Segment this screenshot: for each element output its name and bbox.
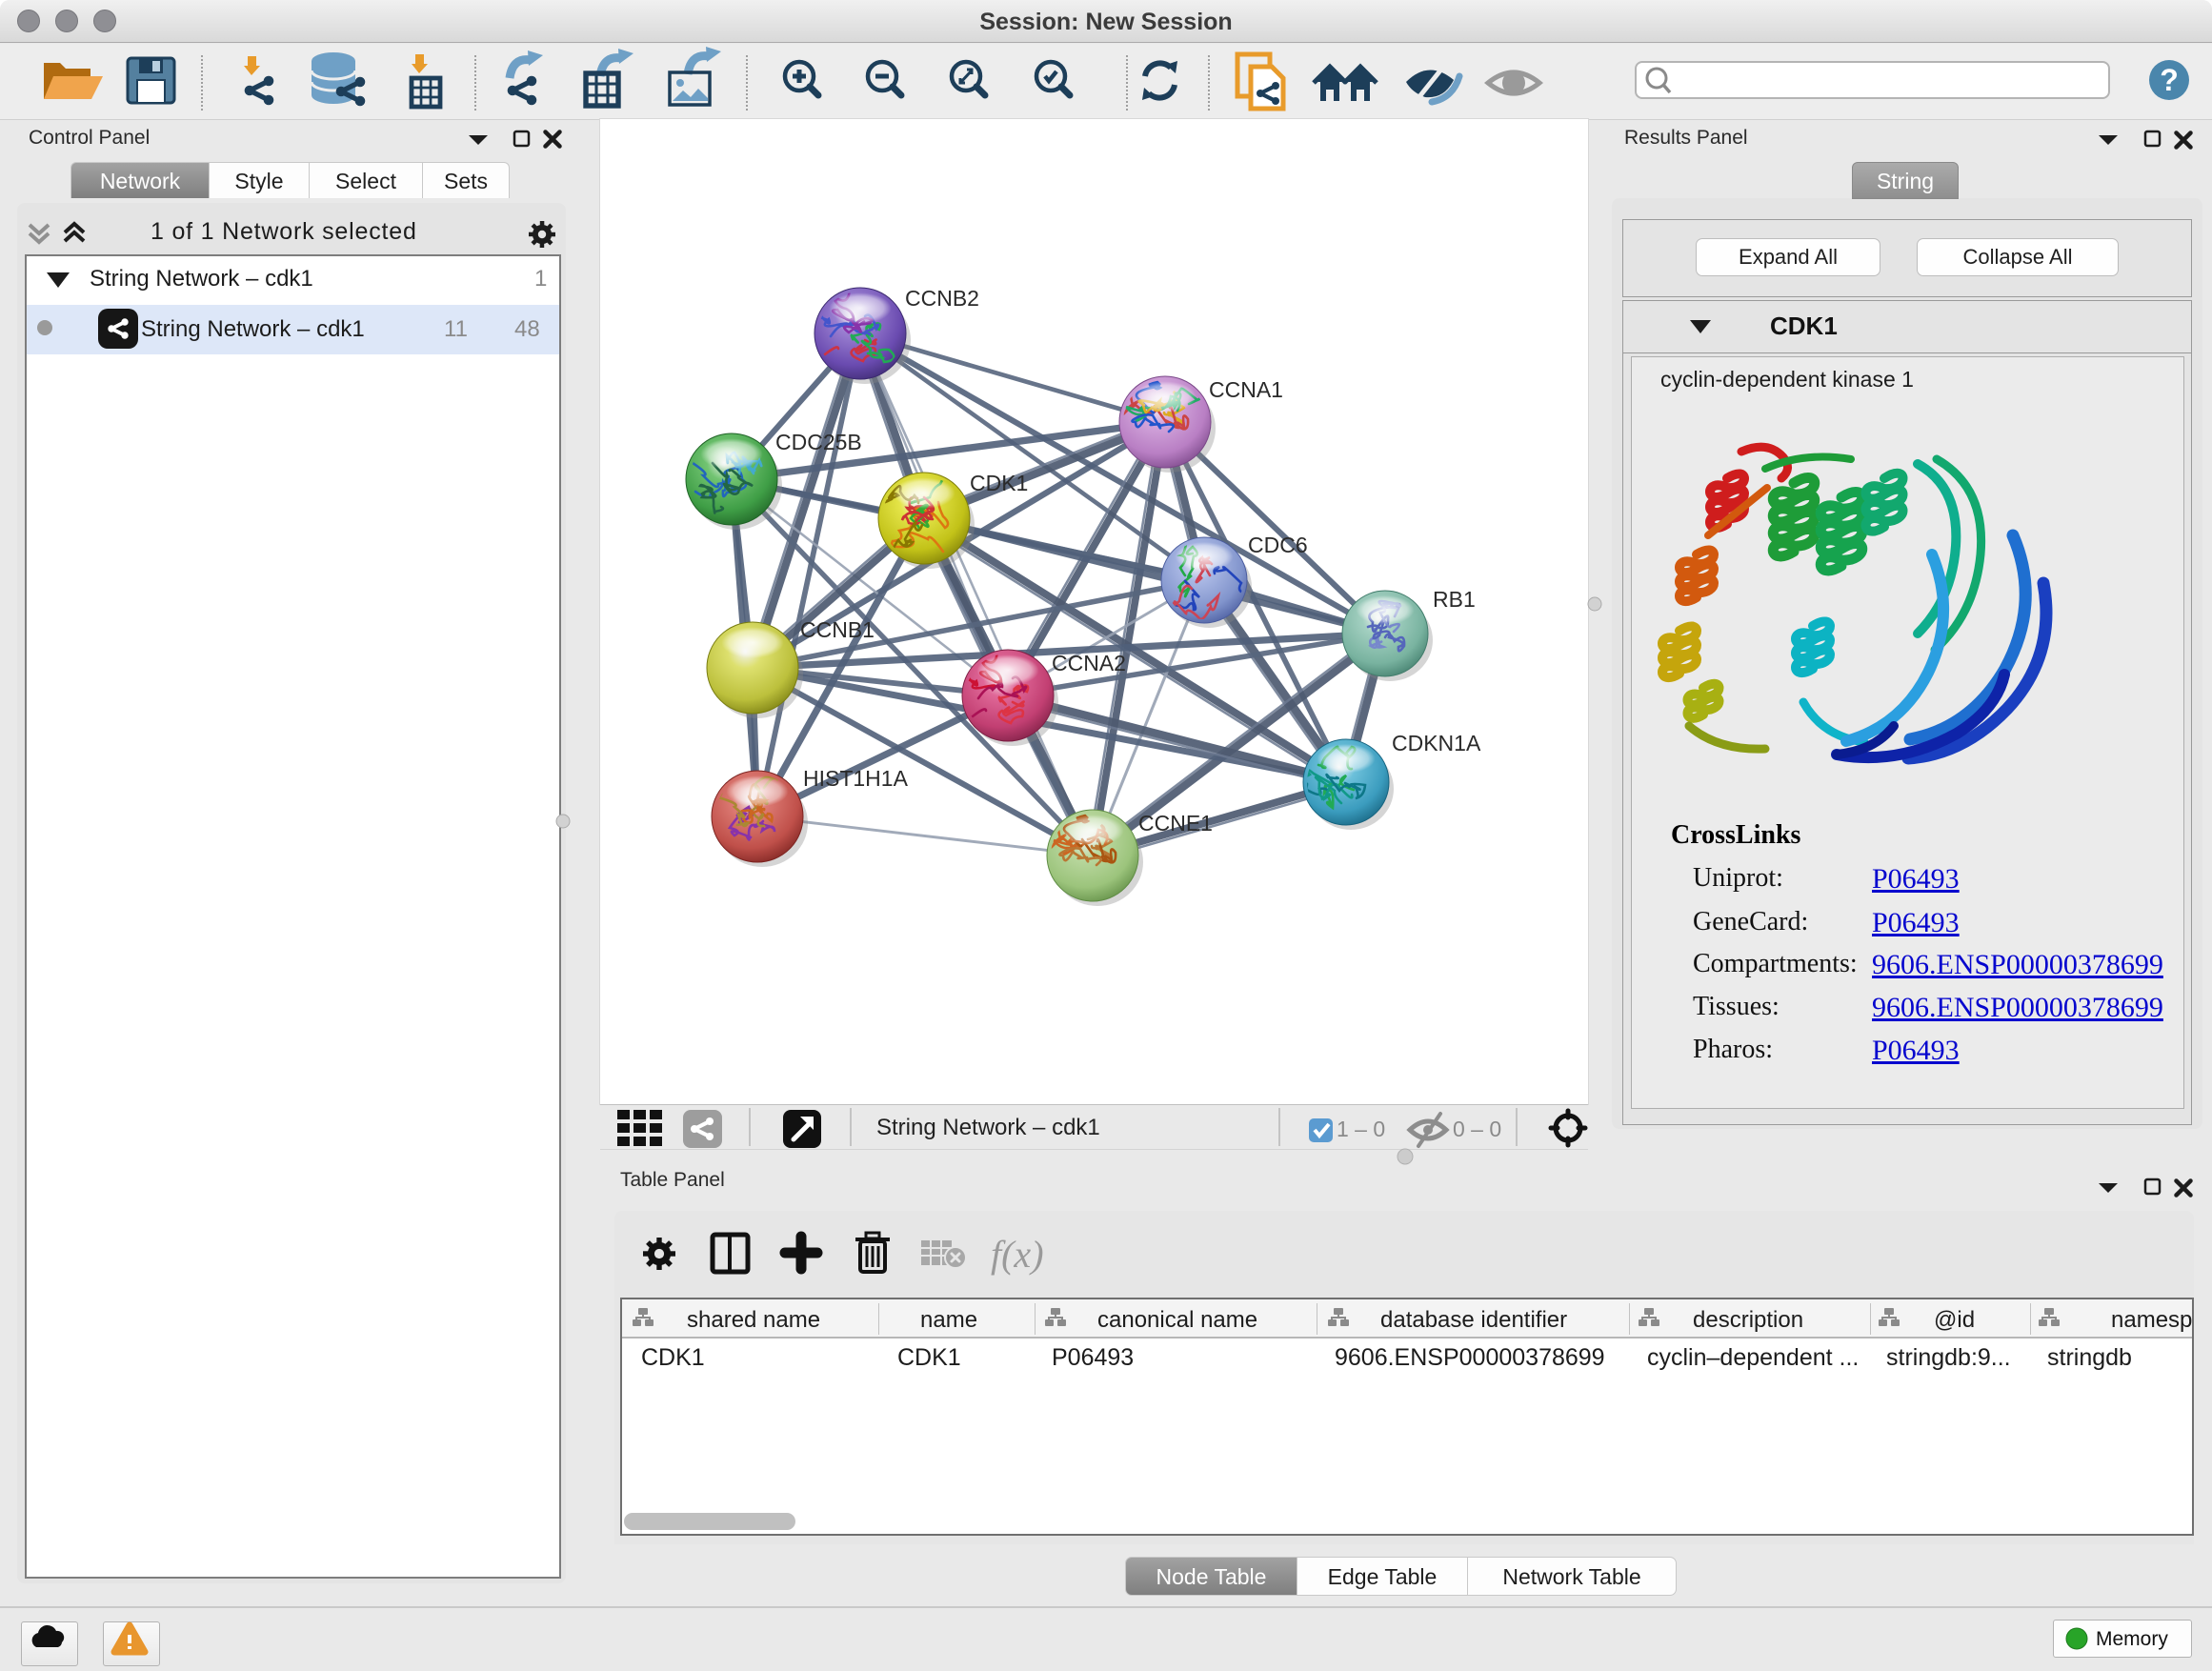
svg-text:RB1: RB1 [1433, 587, 1476, 612]
svg-text:CCNA1: CCNA1 [1209, 377, 1283, 402]
svg-text:CCNE1: CCNE1 [1138, 811, 1213, 836]
svg-text:CCNA2: CCNA2 [1052, 651, 1126, 675]
svg-text:CCNB2: CCNB2 [905, 286, 979, 311]
svg-text:CDC6: CDC6 [1248, 533, 1308, 557]
svg-text:CCNB1: CCNB1 [800, 617, 875, 642]
svg-text:HIST1H1A: HIST1H1A [803, 766, 909, 791]
svg-text:CDKN1A: CDKN1A [1392, 731, 1481, 755]
svg-text:CDC25B: CDC25B [775, 430, 862, 454]
svg-text:CDK1: CDK1 [970, 471, 1028, 495]
